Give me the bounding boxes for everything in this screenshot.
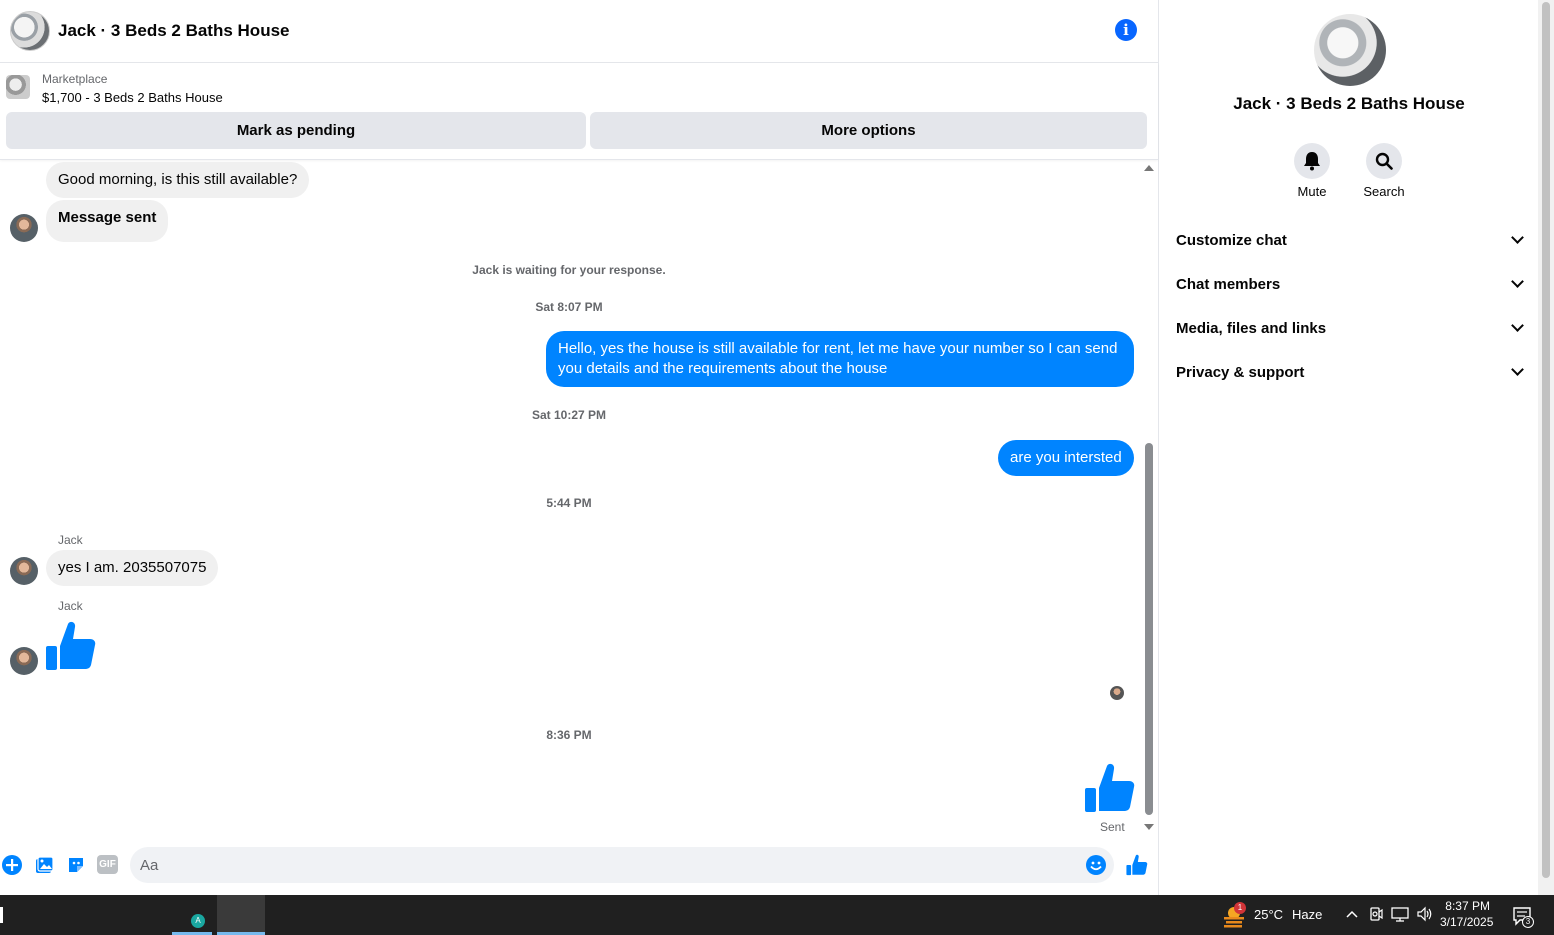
message-bubble-outgoing[interactable]: are you intersted	[998, 440, 1134, 476]
timestamp: Sat 8:07 PM	[535, 300, 603, 314]
temperature[interactable]: 25°C	[1254, 907, 1283, 922]
bell-icon	[1304, 152, 1320, 171]
listing-thumbnail[interactable]	[6, 75, 30, 99]
more-options-button[interactable]: More options	[590, 112, 1147, 149]
window-scroll-thumb[interactable]	[1542, 2, 1550, 878]
mark-as-pending-button[interactable]: Mark as pending	[6, 112, 586, 149]
search-label: Search	[1363, 184, 1405, 199]
mute-circle	[1294, 143, 1330, 179]
scroll-thumb[interactable]	[1145, 443, 1153, 815]
composer: GIF	[0, 845, 1159, 885]
weather-badge: 1	[1234, 902, 1246, 914]
chevron-down-icon	[1511, 275, 1524, 288]
sender-name: Jack	[58, 599, 83, 613]
search-circle	[1366, 143, 1402, 179]
message-bubble-incoming[interactable]: yes I am. 2035507075	[46, 550, 219, 586]
scroll-up-arrow[interactable]	[1144, 165, 1154, 171]
conversation-info-panel: Jack · 3 Beds 2 Baths House Mute Search …	[1160, 0, 1538, 895]
timestamp: 8:36 PM	[546, 728, 592, 742]
chat-avatar[interactable]	[10, 11, 50, 51]
start-edge[interactable]	[0, 907, 3, 923]
conversation-title: Jack · 3 Beds 2 Baths House	[1233, 94, 1465, 113]
read-receipt-avatar	[1110, 686, 1124, 700]
message-input-box[interactable]	[130, 847, 1114, 883]
avatar[interactable]	[10, 214, 38, 242]
avatar[interactable]	[10, 647, 38, 675]
taskbar-app[interactable]	[172, 895, 212, 935]
message-bubble-incoming[interactable]: Good morning, is this still available?	[46, 162, 310, 198]
section-chat-members[interactable]: Chat members	[1176, 266, 1526, 302]
mute-label: Mute	[1297, 184, 1327, 199]
like-button-icon[interactable]	[1126, 854, 1148, 876]
section-media-files-links[interactable]: Media, files and links	[1176, 310, 1526, 346]
search-icon	[1375, 152, 1393, 170]
timestamp: 5:44 PM	[546, 496, 592, 510]
clock-date: 3/17/2025	[1440, 915, 1494, 929]
app-badge: A	[191, 914, 205, 928]
avatar[interactable]	[10, 557, 38, 585]
waiting-notice: Jack is waiting for your response.	[472, 263, 666, 277]
thumbs-up-icon[interactable]	[1085, 762, 1135, 814]
listing-title[interactable]: $1,700 - 3 Beds 2 Baths House	[42, 90, 223, 105]
chevron-down-icon	[1511, 231, 1524, 244]
timestamp: Sat 10:27 PM	[531, 408, 607, 422]
chevron-down-icon	[1511, 363, 1524, 376]
search-button[interactable]: Search	[1354, 143, 1414, 199]
sender-name: Jack	[58, 533, 83, 547]
chevron-up-icon[interactable]	[1346, 909, 1358, 919]
notification-count: 3	[1522, 916, 1534, 928]
gif-button[interactable]: GIF	[97, 855, 118, 874]
section-label: Media, files and links	[1176, 319, 1327, 337]
message-scrollbar[interactable]	[1144, 165, 1154, 830]
emoji-icon[interactable]	[1086, 855, 1106, 875]
chat-title[interactable]: Jack · 3 Beds 2 Baths House	[58, 21, 289, 41]
conversation-avatar[interactable]	[1314, 14, 1386, 86]
scroll-down-arrow[interactable]	[1144, 824, 1154, 830]
message-bubble-incoming[interactable]: Message sent	[46, 200, 169, 242]
chat-pane: Jack · 3 Beds 2 Baths House i Marketplac…	[0, 0, 1159, 895]
section-customize-chat[interactable]: Customize chat	[1176, 222, 1526, 258]
info-icon[interactable]: i	[1115, 19, 1137, 41]
volume-icon[interactable]	[1416, 906, 1434, 922]
section-label: Privacy & support	[1176, 363, 1305, 381]
network-icon[interactable]	[1391, 906, 1409, 922]
thumbs-up-icon[interactable]	[46, 620, 96, 672]
chat-header: Jack · 3 Beds 2 Baths House i	[0, 0, 1158, 63]
taskbar: A 1 25°C Haze 8:37 PM 3/17/2025 3	[0, 895, 1554, 935]
window-scrollbar[interactable]	[1538, 0, 1554, 895]
weather-condition[interactable]: Haze	[1292, 907, 1322, 922]
sticker-icon[interactable]	[66, 855, 86, 875]
message-list: Good morning, is this still available? M…	[0, 160, 1142, 840]
system-clock[interactable]: 8:37 PM 3/17/2025	[1440, 898, 1494, 930]
message-bubble-outgoing[interactable]: Hello, yes the house is still available …	[546, 331, 1134, 387]
plus-icon[interactable]	[2, 855, 22, 875]
clock-time: 8:37 PM	[1445, 899, 1490, 913]
mute-button[interactable]: Mute	[1282, 143, 1342, 199]
section-privacy-support[interactable]: Privacy & support	[1176, 354, 1526, 390]
camera-icon[interactable]	[1369, 906, 1383, 922]
sent-status: Sent	[1100, 820, 1125, 834]
chevron-down-icon	[1511, 319, 1524, 332]
marketplace-bar: Marketplace $1,700 - 3 Beds 2 Baths Hous…	[0, 63, 1158, 160]
taskbar-app-active[interactable]	[217, 895, 265, 935]
section-label: Customize chat	[1176, 231, 1287, 249]
section-label: Chat members	[1176, 275, 1281, 293]
photo-icon[interactable]	[34, 855, 54, 875]
message-input[interactable]	[140, 847, 1080, 883]
marketplace-label: Marketplace	[42, 72, 108, 86]
